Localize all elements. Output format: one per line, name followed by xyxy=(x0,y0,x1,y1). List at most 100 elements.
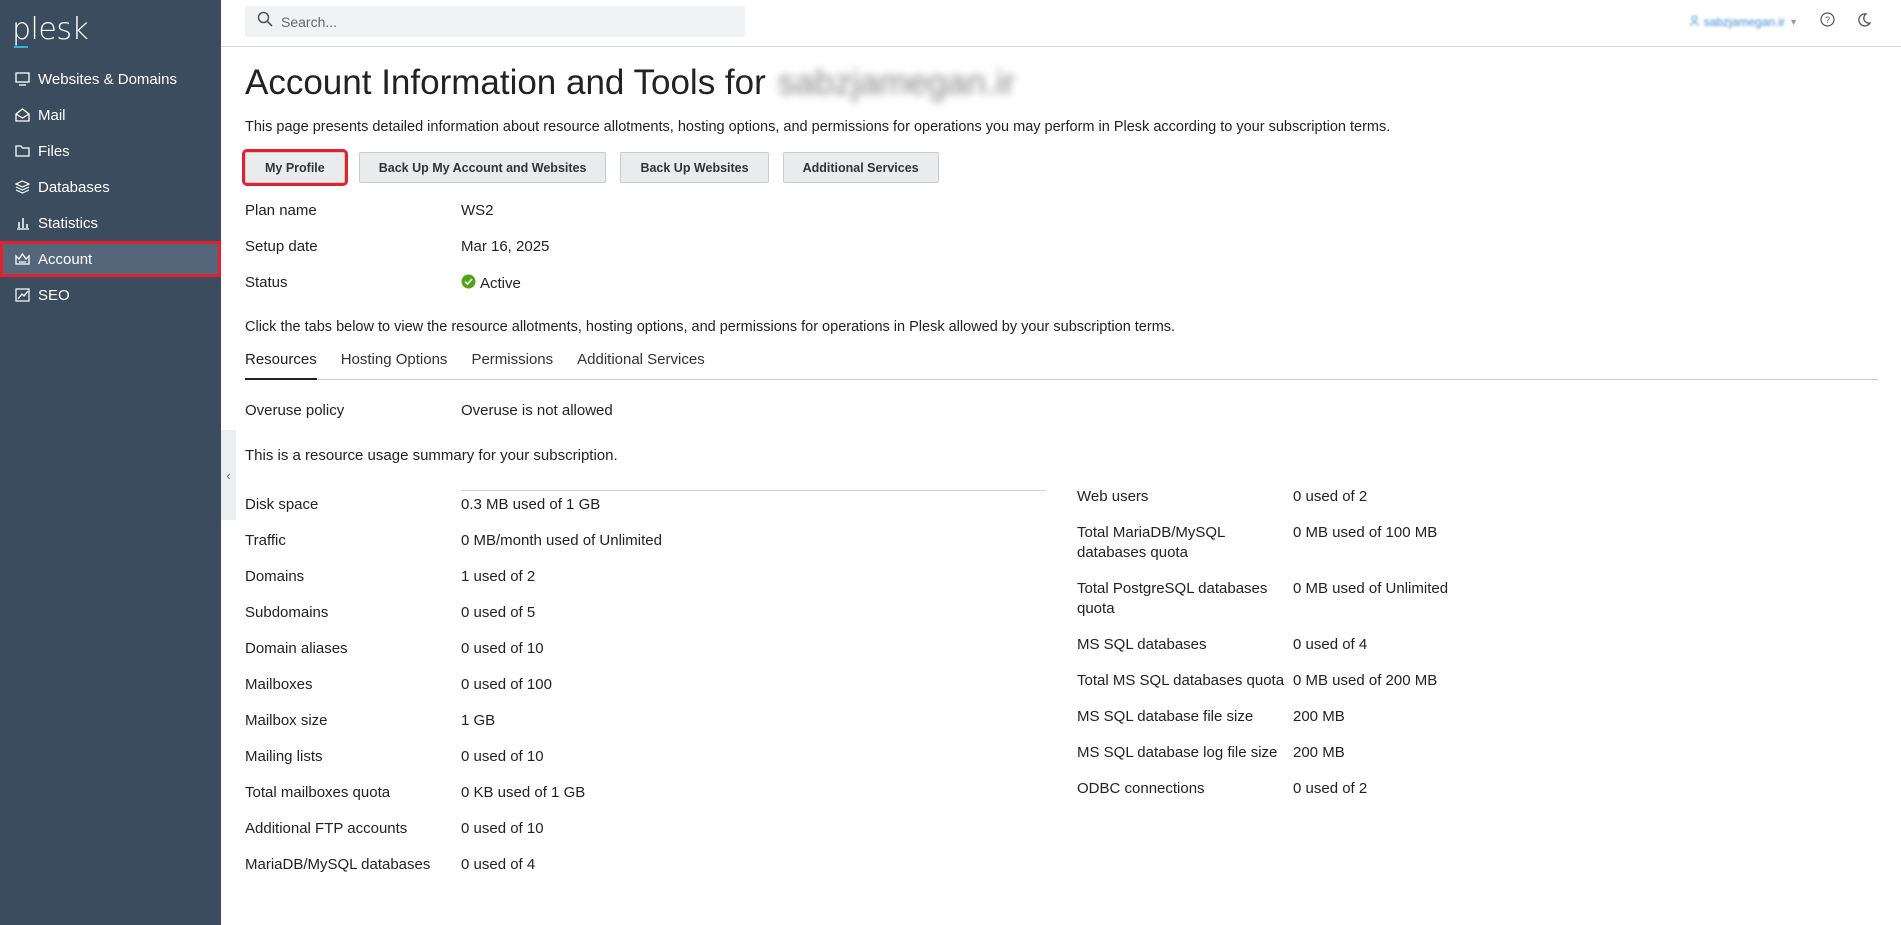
usage-label: Total MariaDB/MySQL databases quota xyxy=(1077,524,1225,561)
usage-value: 0 used of 5 xyxy=(461,604,536,621)
usage-label: Web users xyxy=(1077,488,1149,505)
usage-label: Total mailboxes quota xyxy=(245,784,391,801)
sidebar-item-label: Account xyxy=(38,250,93,268)
sidebar-collapse-button[interactable]: ‹ xyxy=(221,430,236,520)
sidebar-item-statistics[interactable]: Statistics xyxy=(0,205,221,241)
user-icon xyxy=(1689,15,1700,29)
usage-label: Mailing lists xyxy=(245,748,323,765)
usage-row: Total MariaDB/MySQL databases quota 0 MB … xyxy=(1077,523,1448,579)
sidebar-item-label: Websites & Domains xyxy=(38,70,177,88)
page-title: Account Information and Tools for sabzjam… xyxy=(245,63,1015,103)
usage-value: 0 MB used of 200 MB xyxy=(1293,672,1438,689)
search-input[interactable] xyxy=(281,13,721,30)
usage-label: Mailbox size xyxy=(245,712,328,729)
overuse-row: Overuse policy Overuse is not allowed xyxy=(245,402,613,419)
usage-label: Traffic xyxy=(245,532,286,549)
usage-value: 0 MB/month used of Unlimited xyxy=(461,532,662,549)
sidebar-item-databases[interactable]: Databases xyxy=(0,169,221,205)
additional-services-button[interactable]: Additional Services xyxy=(782,152,939,183)
check-circle-icon xyxy=(461,274,476,293)
action-buttons: My Profile Back Up My Account and Websit… xyxy=(242,149,939,186)
usage-value: 0 used of 10 xyxy=(461,640,544,657)
usage-row: Mailboxes 0 used of 100 xyxy=(245,676,662,712)
usage-value: 0 used of 100 xyxy=(461,676,552,693)
sidebar-item-files[interactable]: Files xyxy=(0,133,221,169)
setup-date-row: Setup date Mar 16, 2025 xyxy=(245,238,549,255)
usage-row: Total MS SQL databases quota 0 MB used of… xyxy=(1077,671,1448,707)
usage-value: 1 used of 2 xyxy=(461,568,536,585)
sidebar-nav: Websites & Domains Mail Files Databases … xyxy=(0,61,221,313)
help-icon[interactable]: ? xyxy=(1820,12,1835,32)
sidebar-item-label: Databases xyxy=(38,178,110,196)
usage-label: Domain aliases xyxy=(245,640,348,657)
tab-additional-services[interactable]: Additional Services xyxy=(577,347,705,380)
usage-value: 0 MB used of 100 MB xyxy=(1293,524,1438,541)
seo-icon xyxy=(14,287,30,303)
plesk-logo[interactable]: plesk xyxy=(12,12,89,47)
status-value: Active xyxy=(461,274,521,293)
backup-account-websites-button[interactable]: Back Up My Account and Websites xyxy=(358,152,607,183)
sidebar-item-websites-domains[interactable]: Websites & Domains xyxy=(0,61,221,97)
usage-value: 200 MB xyxy=(1293,708,1345,725)
database-icon xyxy=(14,179,30,195)
svg-text:?: ? xyxy=(1825,15,1830,25)
usage-value: 0 MB used of Unlimited xyxy=(1293,580,1449,597)
tab-permissions[interactable]: Permissions xyxy=(471,347,553,380)
usage-label: ODBC connections xyxy=(1077,780,1205,797)
usage-row: Disk space 0.3 MB used of 1 GB xyxy=(245,496,662,532)
usage-label: MariaDB/MySQL databases xyxy=(245,856,431,873)
sidebar-item-label: Mail xyxy=(38,106,66,124)
sidebar-item-account[interactable]: Account xyxy=(0,241,221,277)
usage-label: Subdomains xyxy=(245,604,329,621)
usage-row: ODBC connections 0 used of 2 xyxy=(1077,779,1448,815)
sidebar-item-label: SEO xyxy=(38,286,70,304)
usage-row: MariaDB/MySQL databases 0 used of 4 xyxy=(245,856,662,892)
bar-chart-icon xyxy=(14,215,30,231)
page-title-text: Account Information and Tools for xyxy=(245,63,766,102)
topbar: sabzjamegan.ir ▼ ? xyxy=(221,0,1901,47)
usage-label: Total MS SQL databases quota xyxy=(1077,672,1285,689)
tabs-hint: Click the tabs below to view the resourc… xyxy=(245,319,1176,335)
usage-row: Mailbox size 1 GB xyxy=(245,712,662,748)
usage-value: 0.3 MB used of 1 GB xyxy=(461,496,601,513)
mail-icon xyxy=(14,107,30,123)
status-text: Active xyxy=(480,275,521,292)
usage-label: MS SQL database file size xyxy=(1077,708,1254,725)
usage-right-list: Web users 0 used of 2 Total MariaDB/MySQL… xyxy=(1077,487,1448,815)
usage-value: 0 used of 10 xyxy=(461,820,544,837)
plan-label: Plan name xyxy=(245,202,317,219)
usage-label: MS SQL databases xyxy=(1077,636,1207,653)
usage-value: 200 MB xyxy=(1293,744,1345,761)
usage-value: 0 used of 10 xyxy=(461,748,544,765)
sidebar-item-mail[interactable]: Mail xyxy=(0,97,221,133)
user-menu[interactable]: sabzjamegan.ir xyxy=(1689,15,1785,29)
setup-date-label: Setup date xyxy=(245,238,318,255)
backup-websites-button[interactable]: Back Up Websites xyxy=(620,152,769,183)
usage-row: MS SQL database file size 200 MB xyxy=(1077,707,1448,743)
status-label: Status xyxy=(245,274,288,291)
tab-resources[interactable]: Resources xyxy=(245,347,317,380)
overuse-label: Overuse policy xyxy=(245,402,345,419)
search-box[interactable] xyxy=(245,6,745,37)
usage-label: MS SQL database log file size xyxy=(1077,744,1278,761)
usage-row: Additional FTP accounts 0 used of 10 xyxy=(245,820,662,856)
usage-label: Total PostgreSQL databases quota xyxy=(1077,580,1268,617)
plan-row: Plan name WS2 xyxy=(245,202,494,219)
usage-row: Total PostgreSQL databases quota 0 MB use… xyxy=(1077,579,1448,635)
usage-row: Total mailboxes quota 0 KB used of 1 GB xyxy=(245,784,662,820)
user-name: sabzjamegan.ir xyxy=(1703,15,1786,29)
status-row: Status Active xyxy=(245,274,521,293)
sidebar-item-seo[interactable]: SEO xyxy=(0,277,221,313)
tab-hosting-options[interactable]: Hosting Options xyxy=(341,347,448,380)
usage-row: MS SQL databases 0 used of 4 xyxy=(1077,635,1448,671)
usage-value: 0 used of 4 xyxy=(461,856,536,873)
usage-row: MS SQL database log file size 200 MB xyxy=(1077,743,1448,779)
account-icon xyxy=(14,251,30,267)
overuse-value: Overuse is not allowed xyxy=(461,402,613,419)
usage-label: Domains xyxy=(245,568,305,585)
usage-value: 1 GB xyxy=(461,712,496,729)
dark-mode-moon-icon[interactable] xyxy=(1857,12,1872,32)
setup-date-value: Mar 16, 2025 xyxy=(461,238,550,255)
my-profile-button[interactable]: My Profile xyxy=(242,149,348,186)
chevron-down-icon[interactable]: ▼ xyxy=(1789,17,1798,27)
